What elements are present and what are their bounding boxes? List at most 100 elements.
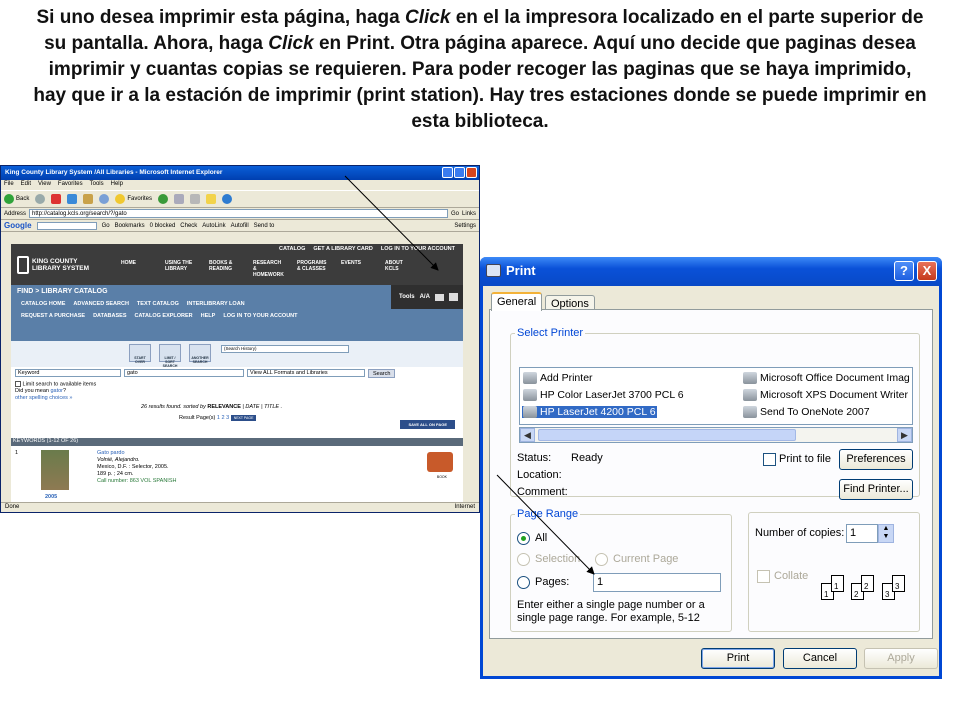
cancel-button[interactable]: Cancel bbox=[783, 648, 857, 669]
home-button[interactable] bbox=[83, 194, 94, 204]
text-size-button[interactable]: A/A bbox=[420, 294, 430, 300]
google-sendto[interactable]: Send to bbox=[254, 223, 275, 229]
help-link[interactable]: HELP bbox=[201, 313, 216, 319]
book-cover[interactable] bbox=[41, 450, 69, 490]
printer-ms-office-image[interactable]: Microsoft Office Document Imag bbox=[742, 372, 911, 384]
back-button[interactable]: Back bbox=[4, 194, 29, 204]
help-button[interactable]: ? bbox=[894, 261, 914, 281]
printer-list[interactable]: Add Printer HP Color LaserJet 3700 PCL 6… bbox=[519, 367, 913, 425]
printer-hp-4200[interactable]: HP LaserJet 4200 PCL 6 bbox=[522, 406, 657, 418]
nav-programs[interactable]: PROGRAMS & CLASSES bbox=[297, 260, 327, 278]
next-page-button[interactable]: NEXT PAGE bbox=[230, 415, 257, 421]
google-autolink[interactable]: AutoLink bbox=[202, 223, 225, 229]
google-autofill[interactable]: Autofill bbox=[231, 223, 249, 229]
current-page-radio[interactable] bbox=[595, 553, 608, 566]
databases-link[interactable]: DATABASES bbox=[93, 313, 126, 319]
nav-research[interactable]: RESEARCH & HOMEWORK bbox=[253, 260, 284, 278]
pages-radio[interactable] bbox=[517, 576, 530, 589]
nav-home[interactable]: HOME bbox=[121, 260, 151, 278]
printer-onenote[interactable]: Send To OneNote 2007 bbox=[742, 406, 871, 418]
search-button[interactable] bbox=[99, 194, 110, 204]
scroll-thumb[interactable] bbox=[538, 429, 796, 441]
pages-input[interactable]: 1 bbox=[593, 573, 721, 592]
google-settings[interactable]: Settings bbox=[454, 223, 476, 229]
popup-blocked[interactable]: 0 blocked bbox=[150, 223, 176, 229]
interlibrary-loan-link[interactable]: INTERLIBRARY LOAN bbox=[187, 301, 245, 307]
go-button[interactable]: Go bbox=[451, 211, 459, 217]
minimize-button[interactable] bbox=[442, 167, 453, 178]
google-bookmarks[interactable]: Bookmarks bbox=[115, 223, 145, 229]
print-toolbar-button[interactable] bbox=[190, 194, 201, 204]
google-search-input[interactable] bbox=[36, 221, 97, 230]
stop-button[interactable] bbox=[51, 194, 62, 204]
all-pages-radio[interactable] bbox=[517, 532, 530, 545]
toplink-login[interactable]: LOG IN TO YOUR ACCOUNT bbox=[381, 246, 455, 252]
print-to-file-checkbox[interactable] bbox=[763, 453, 776, 466]
text-catalog-link[interactable]: TEXT CATALOG bbox=[137, 301, 179, 307]
close-button[interactable] bbox=[466, 167, 477, 178]
page-links[interactable]: 1 2 3 bbox=[217, 415, 229, 421]
address-input[interactable]: http://catalog.kcls.org/search/?/gato bbox=[29, 209, 448, 218]
catalog-search-input[interactable]: gato bbox=[124, 369, 244, 377]
kcls-logo[interactable]: KING COUNTY LIBRARY SYSTEM bbox=[17, 252, 97, 278]
email-icon[interactable] bbox=[434, 293, 444, 301]
save-all-button[interactable]: SAVE ALL ON PAGE bbox=[400, 420, 455, 429]
google-go[interactable]: Go bbox=[102, 223, 110, 229]
limit-sort-button[interactable]: LIMIT / SORT SEARCH bbox=[159, 344, 181, 368]
refresh-button[interactable] bbox=[67, 194, 78, 204]
preferences-button[interactable]: Preferences bbox=[839, 449, 913, 470]
google-check[interactable]: Check bbox=[180, 223, 197, 229]
toplink-library-card[interactable]: GET A LIBRARY CARD bbox=[313, 246, 372, 252]
edit-button[interactable] bbox=[206, 194, 217, 204]
menu-file[interactable]: File bbox=[4, 181, 14, 189]
login-link[interactable]: LOG IN TO YOUR ACCOUNT bbox=[223, 313, 297, 319]
maximize-button[interactable] bbox=[454, 167, 465, 178]
another-search-button[interactable]: ANOTHER SEARCH bbox=[189, 344, 211, 364]
search-type-select[interactable]: Keyword bbox=[15, 369, 121, 377]
media-button[interactable] bbox=[158, 194, 169, 204]
menu-tools[interactable]: Tools bbox=[90, 181, 104, 189]
print-page-icon[interactable] bbox=[448, 293, 458, 301]
forward-button[interactable] bbox=[35, 194, 46, 204]
limit-checkbox[interactable] bbox=[15, 381, 21, 387]
printer-add-printer[interactable]: Add Printer bbox=[522, 372, 594, 384]
menu-view[interactable]: View bbox=[38, 181, 51, 189]
apply-button[interactable]: Apply bbox=[864, 648, 938, 669]
find-printer-button[interactable]: Find Printer... bbox=[839, 479, 913, 500]
catalog-explorer-link[interactable]: CATALOG EXPLORER bbox=[135, 313, 193, 319]
collate-checkbox[interactable] bbox=[757, 570, 770, 583]
nav-using-library[interactable]: USING THE LIBRARY bbox=[165, 260, 195, 278]
tab-general[interactable]: General bbox=[491, 292, 543, 311]
search-history-select[interactable]: (Search History) bbox=[221, 345, 349, 353]
start-over-button[interactable]: START OVER bbox=[129, 344, 151, 364]
selection-radio[interactable] bbox=[517, 553, 530, 566]
nav-books-reading[interactable]: BOOKS & READING bbox=[209, 260, 239, 278]
copies-spinner[interactable]: ▲ ▼ bbox=[878, 524, 894, 543]
catalog-home-link[interactable]: CATALOG HOME bbox=[21, 301, 65, 307]
mail-button[interactable] bbox=[174, 194, 185, 204]
toplink-catalog[interactable]: CATALOG bbox=[279, 246, 305, 252]
item-title-link[interactable]: Gato pardo bbox=[97, 450, 176, 457]
copies-input[interactable]: 1 bbox=[846, 524, 878, 543]
menu-help[interactable]: Help bbox=[111, 181, 123, 189]
spelling-choices-link[interactable]: other spelling choices » bbox=[15, 395, 459, 402]
printer-list-scrollbar[interactable]: ◀ ▶ bbox=[519, 427, 913, 443]
messenger-button[interactable] bbox=[222, 194, 233, 204]
nav-events[interactable]: EVENTS bbox=[341, 260, 371, 278]
advanced-search-link[interactable]: ADVANCED SEARCH bbox=[73, 301, 129, 307]
printer-ms-xps[interactable]: Microsoft XPS Document Writer bbox=[742, 389, 909, 401]
request-purchase-link[interactable]: REQUEST A PURCHASE bbox=[21, 313, 85, 319]
links-button[interactable]: Links bbox=[462, 211, 476, 217]
suggestion-link[interactable]: gator bbox=[50, 388, 63, 394]
menu-edit[interactable]: Edit bbox=[21, 181, 31, 189]
nav-about[interactable]: ABOUT KCLS bbox=[385, 260, 415, 278]
scroll-right-icon[interactable]: ▶ bbox=[897, 428, 912, 442]
print-button[interactable]: Print bbox=[701, 648, 775, 669]
search-scope-select[interactable]: View ALL Formats and Libraries bbox=[247, 369, 365, 377]
dialog-close-button[interactable]: X bbox=[917, 261, 937, 281]
scroll-left-icon[interactable]: ◀ bbox=[520, 428, 535, 442]
favorites-button[interactable]: Favorites bbox=[115, 194, 152, 204]
sort-relevance[interactable]: RELEVANCE bbox=[207, 404, 241, 410]
printer-hp-color-3700[interactable]: HP Color LaserJet 3700 PCL 6 bbox=[522, 389, 685, 401]
catalog-search-button[interactable]: Search bbox=[368, 368, 396, 378]
